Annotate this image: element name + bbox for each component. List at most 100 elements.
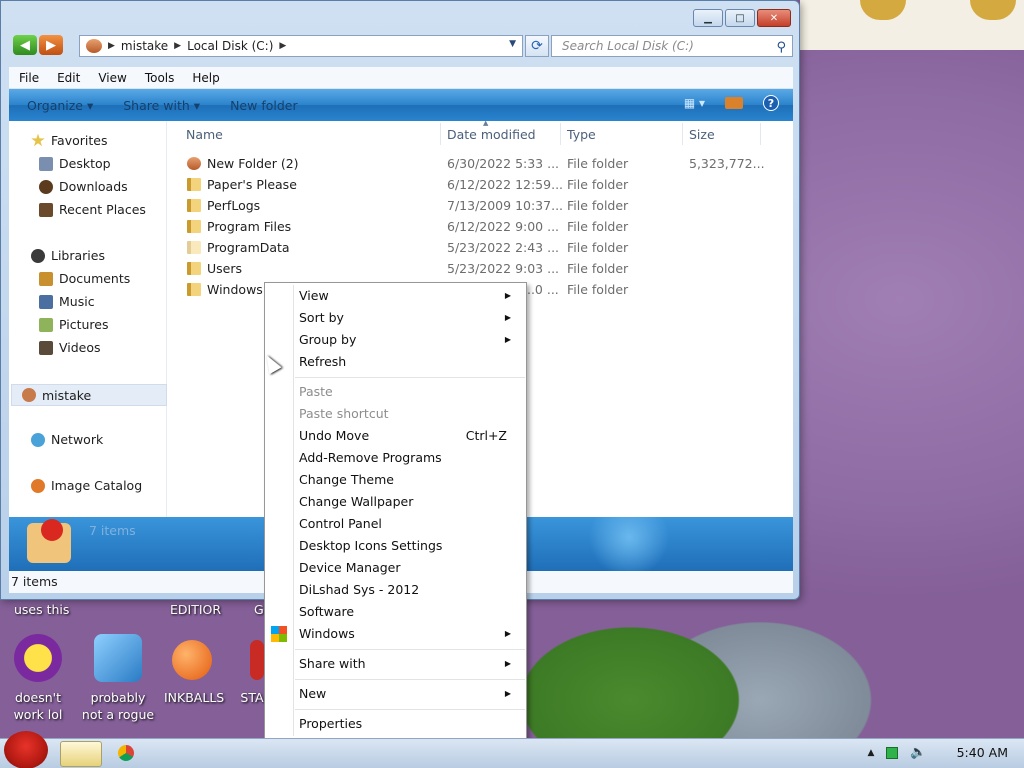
show-hidden-icons-icon[interactable]: ▲ [868, 748, 875, 758]
desktop-top-label-3: G [254, 602, 264, 617]
file-name: Paper's Please [207, 177, 297, 192]
menu-item-paste: Paste [299, 384, 333, 399]
recent-places-icon [39, 202, 53, 217]
column-divider[interactable] [440, 123, 441, 145]
app-icon [250, 640, 264, 680]
preview-pane-icon[interactable] [725, 97, 743, 109]
column-divider[interactable] [682, 123, 683, 145]
submenu-arrow-icon: ▶ [504, 313, 511, 322]
help-icon[interactable]: ? [763, 95, 779, 111]
nav-network[interactable]: Network [31, 432, 103, 447]
menu-edit[interactable]: Edit [57, 71, 88, 85]
address-bar[interactable]: ▶ mistake ▶ Local Disk (C:) ▶ ▼ [79, 35, 523, 57]
menu-item-change-wallpaper[interactable]: Change Wallpaper [299, 491, 521, 513]
menu-item-undo-move[interactable]: Undo Move Ctrl+Z [299, 425, 521, 447]
column-type[interactable]: Type [567, 127, 596, 142]
nav-pictures[interactable]: Pictures [39, 317, 109, 332]
menu-item-view[interactable]: View ▶ [299, 285, 521, 307]
menu-gutter [293, 285, 294, 736]
sort-ascending-icon: ▲ [483, 119, 489, 127]
new-folder-button[interactable]: New folder [230, 98, 298, 113]
start-button-angry-bird-icon[interactable] [4, 731, 48, 768]
close-button[interactable]: ✕ [757, 9, 791, 27]
taskbar-chrome-button[interactable] [114, 741, 138, 767]
column-date-modified[interactable]: Date modified [447, 127, 536, 142]
clock[interactable]: 5:40 AM [957, 745, 1008, 760]
menu-item-refresh[interactable]: Refresh [299, 351, 521, 373]
column-divider[interactable] [560, 123, 561, 145]
nav-videos[interactable]: Videos [39, 340, 101, 355]
nav-recent-places[interactable]: Recent Places [39, 202, 146, 217]
menu-tools[interactable]: Tools [145, 71, 183, 85]
nav-downloads[interactable]: Downloads [39, 179, 128, 194]
menu-item-desktop-icons-settings[interactable]: Desktop Icons Settings [299, 535, 521, 557]
menu-help[interactable]: Help [192, 71, 227, 85]
details-item-count: 7 items [89, 523, 136, 538]
menu-item-properties[interactable]: Properties [299, 713, 521, 735]
windows-logo-icon [271, 626, 287, 642]
angry-bird-drive-icon [27, 519, 71, 563]
file-size: 5,323,772... [689, 156, 765, 171]
file-date: 5/23/2022 2:43 ... [447, 240, 560, 255]
file-row[interactable]: Users 5/23/2022 9:03 ... File folder [185, 261, 785, 282]
menu-item-share-with[interactable]: Share with ▶ [299, 653, 521, 675]
menu-item-sort-by[interactable]: Sort by ▶ [299, 307, 521, 329]
minimize-button[interactable]: ▁ [693, 9, 723, 27]
change-view-icon[interactable]: ▦ ▾ [684, 96, 705, 110]
menu-view[interactable]: View [98, 71, 134, 85]
nav-favorites[interactable]: Favorites [31, 133, 107, 148]
breadcrumb-item[interactable]: Local Disk (C:) [187, 39, 273, 53]
nav-documents[interactable]: Documents [39, 271, 130, 286]
refresh-button[interactable]: ⟳ [525, 35, 549, 57]
maximize-button[interactable]: □ [725, 9, 755, 27]
chevron-down-icon[interactable]: ▼ [509, 39, 516, 49]
nav-mistake[interactable]: mistake [11, 384, 167, 406]
folder-icon [187, 178, 201, 191]
search-input[interactable]: Search Local Disk (C:) ⚲ [551, 35, 793, 57]
menu-item-new[interactable]: New ▶ [299, 683, 521, 705]
menu-item-software[interactable]: Software [299, 601, 521, 623]
share-with-button[interactable]: Share with ▾ [123, 98, 200, 113]
menu-item-change-theme[interactable]: Change Theme [299, 469, 521, 491]
nav-music[interactable]: Music [39, 294, 95, 309]
menu-item-device-manager[interactable]: Device Manager [299, 557, 521, 579]
column-name[interactable]: Name [186, 127, 223, 142]
file-row[interactable]: New Folder (2) 6/30/2022 5:33 ... File f… [185, 156, 785, 177]
breadcrumb-item[interactable]: mistake [121, 39, 168, 53]
folder-icon [187, 157, 201, 170]
chrome-icon [118, 745, 134, 761]
status-item-count: 7 items [11, 574, 58, 589]
breadcrumb-separator-icon: ▶ [279, 41, 287, 51]
menu-file[interactable]: File [19, 71, 47, 85]
column-headers: ▲ Name Date modified Type Size [185, 119, 793, 149]
forward-button[interactable]: ▶ [39, 35, 63, 55]
file-row[interactable]: Paper's Please 6/12/2022 12:59... File f… [185, 177, 785, 198]
battery-icon[interactable] [886, 746, 899, 759]
network-icon [31, 432, 45, 447]
column-size[interactable]: Size [689, 127, 715, 142]
file-row[interactable]: Program Files 6/12/2022 9:00 ... File fo… [185, 219, 785, 240]
file-row[interactable]: ProgramData 5/23/2022 2:43 ... File fold… [185, 240, 785, 261]
volume-icon[interactable]: 🔈 [910, 745, 926, 760]
menu-item-group-by[interactable]: Group by ▶ [299, 329, 521, 351]
search-icon[interactable]: ⚲ [776, 38, 786, 58]
menu-item-add-remove-programs[interactable]: Add-Remove Programs [299, 447, 521, 469]
menu-item-control-panel[interactable]: Control Panel [299, 513, 521, 535]
column-divider[interactable] [760, 123, 761, 145]
nav-libraries[interactable]: Libraries [31, 248, 105, 263]
inkball-icon [172, 640, 212, 680]
organize-button[interactable]: Organize ▾ [27, 98, 93, 113]
file-name: Windows [207, 282, 263, 297]
taskbar-explorer-button[interactable] [60, 741, 102, 767]
back-button[interactable]: ◀ [13, 35, 37, 55]
star-icon [31, 133, 45, 147]
folder-icon [187, 262, 201, 275]
nav-desktop[interactable]: Desktop [39, 156, 111, 171]
file-name: Program Files [207, 219, 292, 234]
file-date: 6/12/2022 9:00 ... [447, 219, 560, 234]
menu-item-windows[interactable]: Windows ▶ [299, 623, 521, 645]
file-row[interactable]: PerfLogs 7/13/2009 10:37... File folder [185, 198, 785, 219]
nav-image-catalog[interactable]: Image Catalog [31, 478, 142, 493]
menu-item-dilshad-sys[interactable]: DiLshad Sys - 2012 [299, 579, 521, 601]
file-name: ProgramData [207, 240, 290, 255]
